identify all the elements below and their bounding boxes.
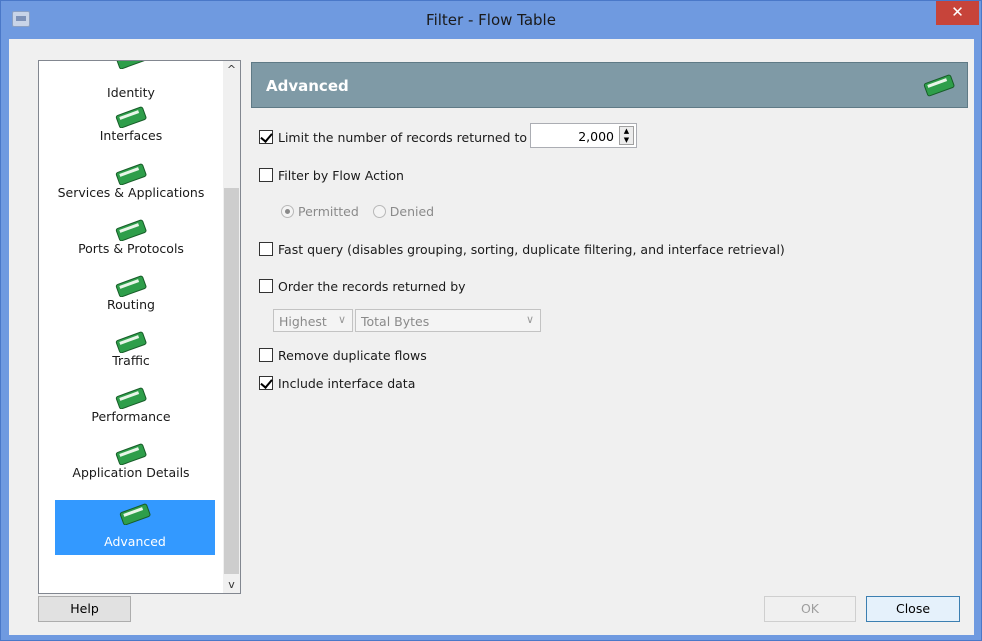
category-list-items: Identity Interfaces Services & Applicati… — [39, 61, 223, 593]
record-limit-value[interactable]: 2,000 — [578, 129, 614, 144]
order-direction-select[interactable]: Highest ∨ — [273, 309, 353, 332]
sidebar-item-label: Traffic — [112, 353, 150, 368]
sidebar-item-application-details[interactable]: Application Details — [39, 443, 223, 480]
remove-duplicates-checkbox[interactable] — [259, 348, 273, 362]
fast-query-checkbox[interactable] — [259, 242, 273, 256]
sidebar-item-advanced[interactable]: Advanced — [55, 500, 215, 555]
limit-records-label: Limit the number of records returned to — [278, 129, 528, 145]
stepper-down-icon[interactable]: ▼ — [620, 136, 633, 145]
order-field-select[interactable]: Total Bytes ∨ — [355, 309, 541, 332]
include-interface-label: Include interface data — [278, 375, 416, 391]
sidebar-item-performance[interactable]: Performance — [39, 387, 223, 424]
sidebar-item-label: Advanced — [104, 534, 166, 549]
fast-query-option[interactable]: Fast query (disables grouping, sorting, … — [259, 240, 785, 258]
book-icon — [115, 61, 147, 69]
sidebar-item-ports-protocols[interactable]: Ports & Protocols — [39, 219, 223, 256]
chevron-down-icon: ∨ — [337, 313, 346, 326]
sidebar-item-interfaces[interactable]: Interfaces — [39, 106, 223, 143]
denied-radio[interactable] — [372, 205, 386, 218]
scroll-down-arrow[interactable]: v — [223, 576, 240, 593]
sidebar-item-label: Application Details — [72, 465, 190, 480]
book-icon — [115, 331, 147, 353]
flow-action-option[interactable]: Filter by Flow Action — [259, 166, 404, 184]
order-field-value: Total Bytes — [361, 314, 430, 329]
sidebar-item-label: Services & Applications — [57, 185, 205, 200]
help-button[interactable]: Help — [38, 596, 131, 622]
panel-title: Advanced — [266, 77, 349, 95]
list-scrollbar[interactable]: ^ v — [223, 61, 240, 593]
order-records-label: Order the records returned by — [278, 278, 466, 294]
book-icon — [115, 275, 147, 297]
remove-duplicates-label: Remove duplicate flows — [278, 347, 427, 363]
list-item-partial — [39, 61, 223, 69]
ok-button[interactable]: OK — [764, 596, 856, 622]
book-icon — [115, 219, 147, 241]
book-icon — [115, 443, 147, 465]
dialog-body: Identity Interfaces Services & Applicati… — [9, 39, 974, 635]
chevron-down-icon: ∨ — [525, 313, 534, 326]
flow-action-radio-group: Permitted Denied — [281, 204, 448, 219]
book-icon — [115, 387, 147, 409]
include-interface-option[interactable]: Include interface data — [259, 374, 415, 392]
book-icon — [115, 163, 147, 185]
flow-action-checkbox[interactable] — [259, 168, 273, 182]
limit-records-checkbox[interactable] — [259, 130, 273, 144]
remove-duplicates-option[interactable]: Remove duplicate flows — [259, 346, 427, 364]
dialog-window: Filter - Flow Table ✕ Identity Interface… — [0, 0, 982, 641]
scroll-up-arrow[interactable]: ^ — [223, 61, 240, 78]
order-records-option[interactable]: Order the records returned by — [259, 277, 466, 295]
sidebar-item-label: Performance — [91, 409, 171, 424]
flow-action-label: Filter by Flow Action — [278, 167, 404, 183]
close-button[interactable]: Close — [866, 596, 960, 622]
include-interface-checkbox[interactable] — [259, 376, 273, 390]
denied-label: Denied — [389, 204, 435, 219]
sidebar-item-identity[interactable]: Identity — [39, 85, 223, 100]
limit-records-option[interactable]: Limit the number of records returned to — [259, 128, 527, 146]
window-title: Filter - Flow Table — [426, 11, 556, 29]
sidebar-item-routing[interactable]: Routing — [39, 275, 223, 312]
order-direction-value: Highest — [279, 314, 327, 329]
book-icon — [115, 106, 147, 128]
stepper-up-icon[interactable]: ▲ — [620, 127, 633, 136]
book-icon — [119, 503, 151, 525]
sidebar-item-services-applications[interactable]: Services & Applications — [39, 163, 223, 200]
stepper-buttons[interactable]: ▲ ▼ — [619, 126, 634, 145]
panel-header: Advanced — [251, 62, 968, 108]
permitted-label: Permitted — [298, 204, 359, 219]
category-list: Identity Interfaces Services & Applicati… — [38, 60, 241, 594]
record-limit-stepper[interactable]: 2,000 ▲ ▼ — [530, 123, 637, 148]
sidebar-item-label: Interfaces — [99, 128, 163, 143]
order-records-checkbox[interactable] — [259, 279, 273, 293]
title-bar[interactable]: Filter - Flow Table ✕ — [1, 1, 981, 39]
close-window-button[interactable]: ✕ — [936, 1, 979, 25]
fast-query-label: Fast query (disables grouping, sorting, … — [278, 241, 785, 257]
sidebar-item-label: Ports & Protocols — [78, 241, 184, 256]
book-icon — [923, 74, 955, 97]
sidebar-item-label: Routing — [107, 297, 155, 312]
sidebar-item-traffic[interactable]: Traffic — [39, 331, 223, 368]
scroll-thumb[interactable] — [224, 188, 239, 574]
sidebar-item-label: Identity — [107, 85, 155, 100]
permitted-radio[interactable] — [281, 205, 294, 218]
